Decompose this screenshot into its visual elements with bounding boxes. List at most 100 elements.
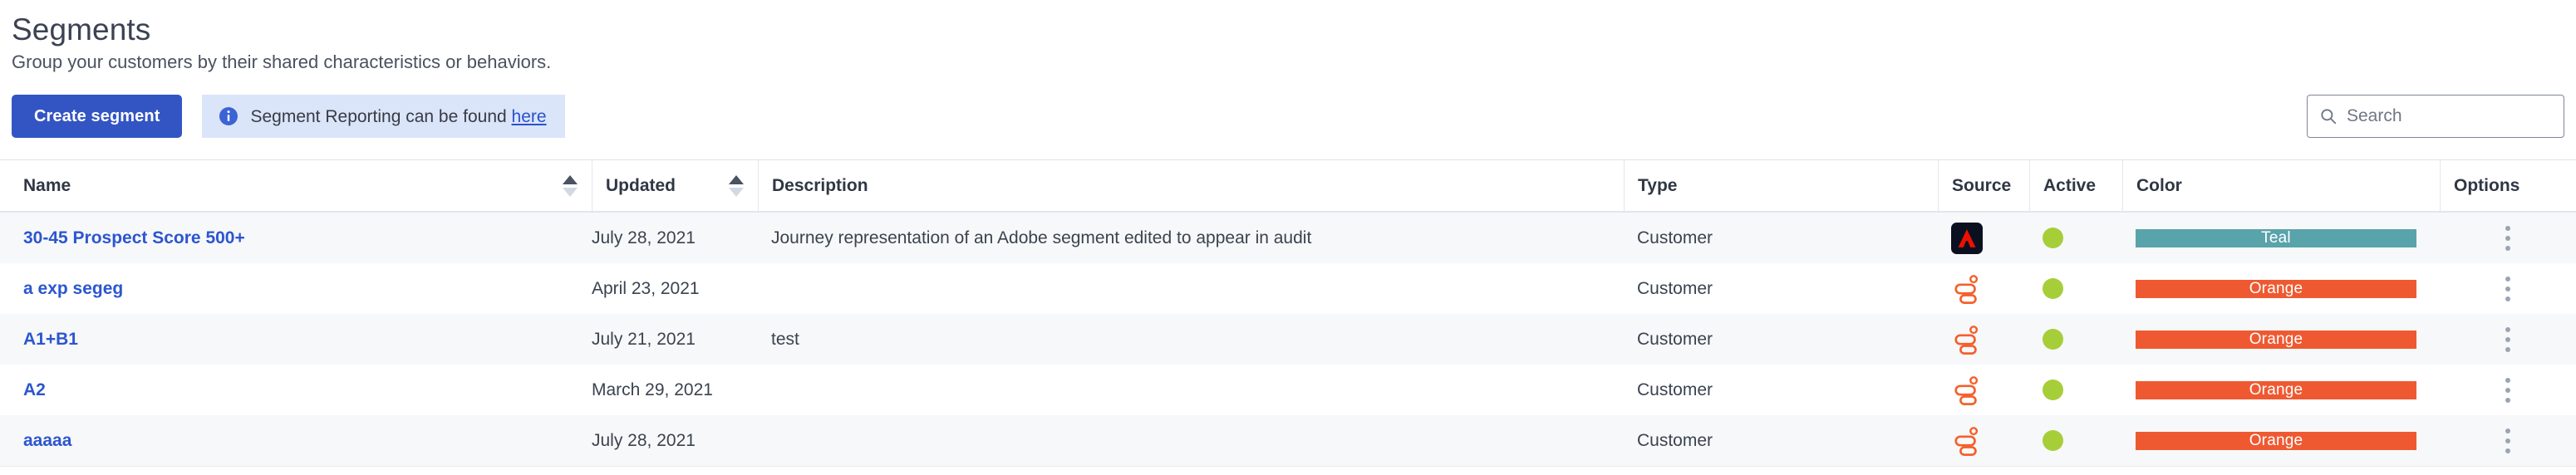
color-swatch: Orange xyxy=(2136,431,2416,450)
cell-active xyxy=(2029,213,2122,263)
cell-updated: July 28, 2021 xyxy=(592,228,696,247)
cell-description xyxy=(758,365,1624,415)
cell-options xyxy=(2440,263,2576,314)
page-subtitle: Group your customers by their shared cha… xyxy=(12,51,552,72)
kebab-menu-icon[interactable] xyxy=(2495,376,2520,404)
cell-name: aaaaa xyxy=(0,415,592,466)
kebab-menu-icon[interactable] xyxy=(2495,427,2520,455)
table-body: 30-45 Prospect Score 500+ July 28, 2021 … xyxy=(0,213,2576,466)
braze-logo-icon xyxy=(1954,426,1979,456)
sort-ascending-icon xyxy=(729,174,744,184)
segment-name-link[interactable]: aaaaa xyxy=(23,431,71,451)
column-header-name-label: Name xyxy=(23,175,71,195)
color-swatch: Orange xyxy=(2136,380,2416,399)
cell-source xyxy=(1938,263,2029,314)
cell-type: Customer xyxy=(1637,228,1713,247)
cell-source xyxy=(1938,365,2029,415)
segment-reporting-link[interactable]: here xyxy=(512,107,547,126)
cell-options xyxy=(2440,415,2576,466)
color-swatch: Orange xyxy=(2136,279,2416,298)
active-status-dot xyxy=(2043,430,2063,451)
column-header-active: Active xyxy=(2029,160,2122,211)
column-header-description: Description xyxy=(758,160,1624,211)
cell-source xyxy=(1938,213,2029,263)
sort-toggle-updated[interactable] xyxy=(728,172,745,200)
column-header-type: Type xyxy=(1624,160,1938,211)
action-toolbar: Create segment Segment Reporting can be … xyxy=(0,88,2576,144)
cell-updated: March 29, 2021 xyxy=(592,380,713,399)
search-input[interactable] xyxy=(2347,95,2552,137)
cell-name: a exp segeg xyxy=(0,263,592,314)
cell-updated: July 21, 2021 xyxy=(592,329,696,349)
active-status-dot xyxy=(2043,380,2063,400)
kebab-menu-icon[interactable] xyxy=(2495,224,2520,252)
cell-type: Customer xyxy=(1637,278,1713,298)
cell-color: Teal xyxy=(2122,213,2440,263)
cell-description xyxy=(758,263,1624,314)
column-header-description-label: Description xyxy=(772,175,868,195)
page-header: Segments Group your customers by their s… xyxy=(0,0,2576,75)
cell-active xyxy=(2029,415,2122,466)
search-box[interactable] xyxy=(2307,95,2564,138)
cell-color: Orange xyxy=(2122,263,2440,314)
column-header-updated-label: Updated xyxy=(606,175,676,195)
cell-description: Journey representation of an Adobe segme… xyxy=(771,228,1312,247)
table-header-row: Name Updated Description Type Source Act… xyxy=(0,160,2576,213)
table-row[interactable]: A1+B1 July 21, 2021 test Customer Orange xyxy=(0,314,2576,365)
color-swatch: Orange xyxy=(2136,330,2416,349)
column-header-source-label: Source xyxy=(1952,175,2012,195)
create-segment-button[interactable]: Create segment xyxy=(12,95,183,138)
cell-updated: April 23, 2021 xyxy=(592,278,700,298)
segment-reporting-info-banner: Segment Reporting can be found here xyxy=(202,95,565,138)
column-header-color-label: Color xyxy=(2136,175,2182,195)
cell-active xyxy=(2029,263,2122,314)
cell-description: test xyxy=(771,329,799,349)
cell-source xyxy=(1938,314,2029,365)
cell-options xyxy=(2440,314,2576,365)
toolbar-left-group: Create segment Segment Reporting can be … xyxy=(12,88,2576,144)
cell-source xyxy=(1938,415,2029,466)
column-header-options-label: Options xyxy=(2454,175,2520,195)
cell-updated: July 28, 2021 xyxy=(592,430,696,450)
table-row[interactable]: aaaaa July 28, 2021 Customer Orange xyxy=(0,415,2576,466)
segment-name-link[interactable]: A2 xyxy=(23,380,46,400)
cell-active xyxy=(2029,314,2122,365)
column-header-name[interactable]: Name xyxy=(0,160,592,211)
segments-page: Segments Group your customers by their s… xyxy=(0,0,2576,475)
cell-color: Orange xyxy=(2122,314,2440,365)
cell-name: A1+B1 xyxy=(0,314,592,365)
braze-logo-icon xyxy=(1954,375,1979,405)
info-banner-message: Segment Reporting can be found xyxy=(250,106,512,126)
braze-logo-icon xyxy=(1954,325,1979,355)
sort-descending-icon xyxy=(729,187,744,197)
segment-name-link[interactable]: a exp segeg xyxy=(23,279,123,299)
table-row[interactable]: a exp segeg April 23, 2021 Customer Oran… xyxy=(0,263,2576,314)
sort-descending-icon xyxy=(563,187,578,197)
adobe-logo-icon xyxy=(1951,222,1983,254)
info-circle-icon xyxy=(219,106,238,126)
column-header-active-label: Active xyxy=(2043,175,2097,195)
search-icon xyxy=(2319,107,2338,125)
segment-name-link[interactable]: 30-45 Prospect Score 500+ xyxy=(23,228,245,248)
braze-logo-icon xyxy=(1954,274,1979,304)
cell-type: Customer xyxy=(1637,329,1713,349)
active-status-dot xyxy=(2043,228,2063,248)
sort-toggle-name[interactable] xyxy=(562,172,578,200)
active-status-dot xyxy=(2043,278,2063,299)
table-row[interactable]: A2 March 29, 2021 Customer Orange xyxy=(0,365,2576,415)
cell-type: Customer xyxy=(1637,430,1713,450)
cell-name: A2 xyxy=(0,365,592,415)
table-row[interactable]: 30-45 Prospect Score 500+ July 28, 2021 … xyxy=(0,213,2576,263)
info-banner-text: Segment Reporting can be found here xyxy=(250,108,546,125)
segments-table: Name Updated Description Type Source Act… xyxy=(0,159,2576,467)
color-swatch: Teal xyxy=(2136,228,2416,247)
column-header-updated[interactable]: Updated xyxy=(592,160,758,211)
column-header-type-label: Type xyxy=(1638,175,1678,195)
column-header-color: Color xyxy=(2122,160,2440,211)
segment-name-link[interactable]: A1+B1 xyxy=(23,330,78,350)
cell-type: Customer xyxy=(1637,380,1713,399)
active-status-dot xyxy=(2043,329,2063,350)
cell-description xyxy=(758,415,1624,466)
kebab-menu-icon[interactable] xyxy=(2495,326,2520,354)
kebab-menu-icon[interactable] xyxy=(2495,275,2520,303)
